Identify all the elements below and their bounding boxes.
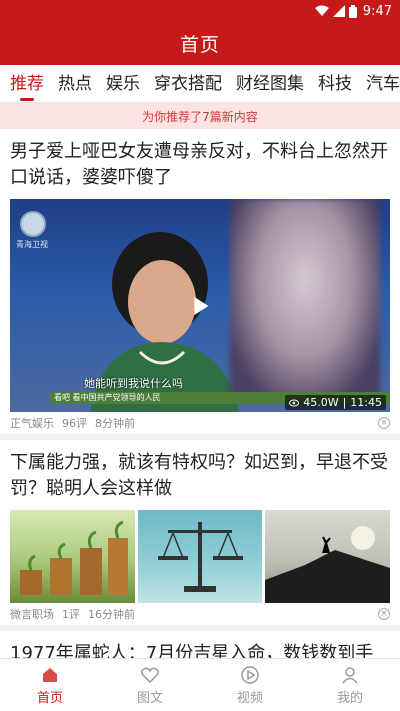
nav-pictures[interactable]: 图文 [100,659,200,711]
dismiss-icon[interactable]: × [378,417,390,429]
nav-video[interactable]: 视频 [200,659,300,711]
article-images[interactable] [10,510,391,603]
tab-fashion[interactable]: 穿衣搭配 [154,65,222,102]
article-meta: 微言职场 1评 16分钟前 × [10,603,390,625]
video-duration: 11:45 [350,396,382,409]
article-meta: 正气娱乐 96评 8分钟前 × [10,412,390,434]
app-root: 9:47 首页 推荐 热点 娱乐 穿衣搭配 财经图集 科技 汽车 为你推荐了7篇… [0,0,400,711]
mountain-climber-image[interactable] [265,510,391,603]
blurred-person-image [230,199,380,399]
article-source: 正气娱乐 [10,417,54,430]
justice-scale-image[interactable] [137,510,263,603]
page-title: 首页 [0,22,400,65]
play-circle-icon [241,665,259,684]
video-views: 45.0W [303,396,339,409]
tab-entertainment[interactable]: 娱乐 [106,65,140,102]
tab-tech[interactable]: 科技 [318,65,352,102]
home-icon [43,667,57,682]
heart-icon [140,667,160,683]
article-comments: 96评 [62,417,87,430]
article-title[interactable]: 男子爱上哑巴女友遭母亲反对，不料台上忽然开口说话，婆婆吓傻了 [10,139,390,191]
wifi-icon [314,5,329,16]
article-source: 微言职场 [10,608,54,621]
signal-icon [332,5,345,17]
nav-label: 我的 [336,690,363,706]
bottom-nav: 首页 图文 视频 我的 [0,658,400,711]
video-thumbnail[interactable]: 青海卫视 她能听到我说什么吗 看吧 看中国共产党领导的人民 45.0W | 11… [10,199,390,412]
tab-finance-gallery[interactable]: 财经图集 [236,65,304,102]
article-time: 8分钟前 [95,417,135,430]
news-feed: 男子爱上哑巴女友遭母亲反对，不料台上忽然开口说话，婆婆吓傻了 青海卫视 她能听到… [0,129,400,658]
tab-recommend[interactable]: 推荐 [10,65,44,102]
article-comments: 1评 [62,608,80,621]
article-time: 16分钟前 [88,608,135,621]
eye-icon [289,399,300,406]
tab-hot[interactable]: 热点 [58,65,92,102]
nav-mine[interactable]: 我的 [300,659,400,711]
status-bar: 9:47 [0,0,400,22]
nav-label: 视频 [236,690,263,706]
nav-label: 图文 [136,690,163,706]
play-icon[interactable] [194,296,209,315]
article-item[interactable]: 下属能力强，就该有特权吗？如迟到，早退不受罚？聪明人会这样做 微言职场 1评 1… [0,440,400,631]
article-item[interactable]: 1977年属蛇人：7月份吉星入命，数钱数到手抽筋，大有八九变富翁 [0,631,400,658]
article-item[interactable]: 男子爱上哑巴女友遭母亲反对，不料台上忽然开口说话，婆婆吓傻了 青海卫视 她能听到… [0,129,400,440]
nav-home[interactable]: 首页 [0,659,100,711]
user-icon [342,666,358,683]
article-title[interactable]: 下属能力强，就该有特权吗？如迟到，早退不受罚？聪明人会这样做 [10,450,390,502]
article-title[interactable]: 1977年属蛇人：7月份吉星入命，数钱数到手抽筋，大有八九变富翁 [10,641,390,658]
nav-label: 首页 [36,690,63,706]
category-tabs: 推荐 热点 娱乐 穿衣搭配 财经图集 科技 汽车 [0,65,400,103]
video-subtitle: 她能听到我说什么吗 [84,377,183,390]
status-time: 9:47 [362,3,392,19]
recommend-notice: 为你推荐了7篇新内容 [0,103,400,129]
video-stats: 45.0W | 11:45 [285,395,386,410]
tab-auto[interactable]: 汽车 [366,65,400,102]
coins-plant-image[interactable] [10,510,135,603]
channel-logo-text: 青海卫视 [16,240,48,249]
channel-logo-icon [20,211,46,237]
dismiss-icon[interactable]: × [378,608,390,620]
battery-icon [348,4,357,18]
